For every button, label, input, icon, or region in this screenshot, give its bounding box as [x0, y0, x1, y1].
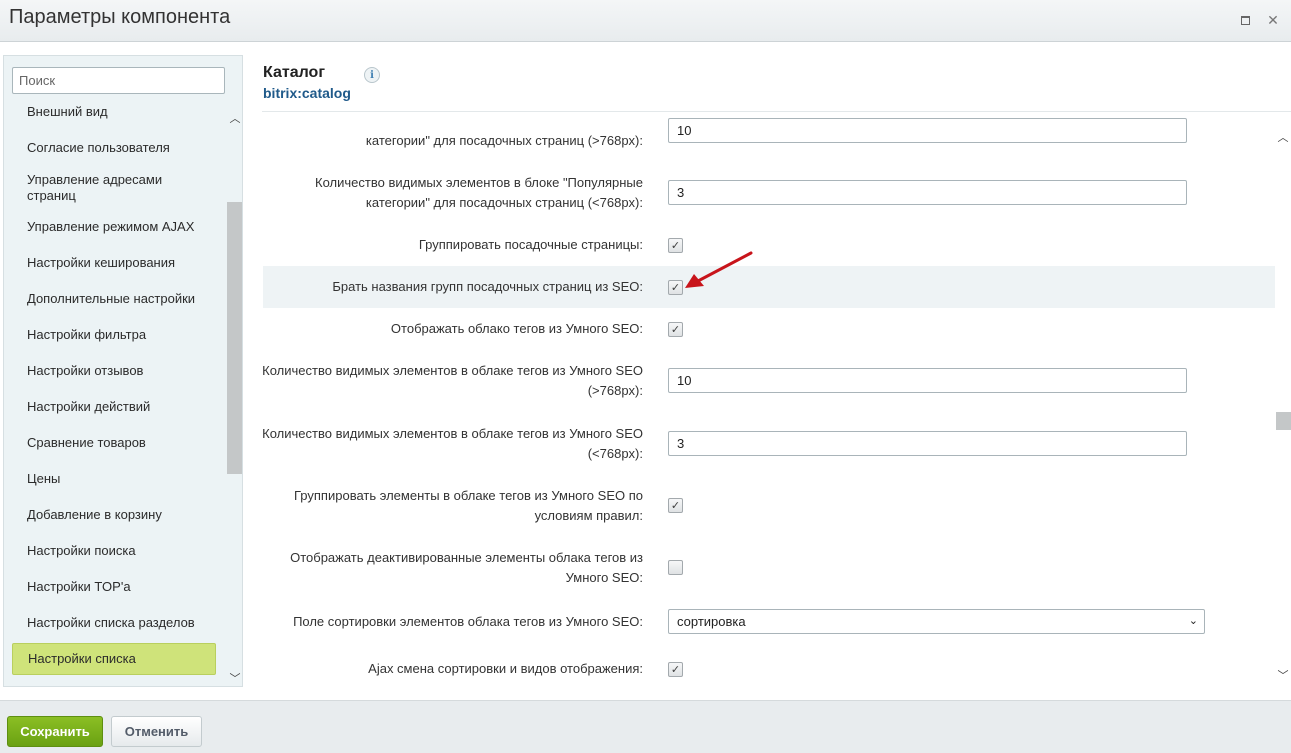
field-label: категории" для посадочных страниц (>768p… — [365, 133, 643, 148]
sidebar-list: Внешний вид Согласие пользователя Управл… — [4, 106, 226, 686]
sidebar-item-filter[interactable]: Настройки фильтра — [12, 327, 216, 343]
main-scrollbar[interactable]: ︿ ﹀ — [1275, 127, 1291, 687]
component-code: bitrix:catalog — [263, 85, 351, 101]
main-scroll-thumb[interactable] — [1276, 412, 1291, 430]
popular-categories-mobile-input[interactable] — [668, 180, 1187, 205]
field-label: Количество видимых элементов в блоке "По… — [315, 175, 643, 210]
form-row: Группировать элементы в облаке тегов из … — [263, 483, 1275, 533]
component-title: Каталог — [263, 64, 325, 81]
form-row: Группировать посадочные страницы: ✓ — [263, 224, 1275, 266]
sidebar-scroll-thumb[interactable] — [227, 202, 242, 474]
form-row: Количество видимых элементов в облаке те… — [263, 358, 1275, 408]
popular-categories-desktop-input[interactable] — [668, 118, 1187, 143]
field-label: Группировать посадочные страницы: — [418, 237, 643, 252]
sidebar-item-ajax-mode[interactable]: Управление режимом AJAX — [12, 219, 216, 235]
field-label: Отображать деактивированные элементы обл… — [290, 550, 643, 585]
form-row: Поле сортировки элементов облака тегов и… — [263, 606, 1275, 640]
field-label: Количество видимых элементов в облаке те… — [263, 426, 643, 461]
tag-cloud-mobile-input[interactable] — [668, 431, 1187, 456]
field-label: Ajax смена сортировки и видов отображени… — [368, 661, 643, 676]
tag-cloud-desktop-input[interactable] — [668, 368, 1187, 393]
seo-group-names-checkbox[interactable]: ✓ — [668, 280, 683, 295]
form-row: Количество видимых элементов в блоке "По… — [263, 170, 1275, 220]
sidebar-item-compare[interactable]: Сравнение товаров — [12, 435, 216, 451]
field-label: Поле сортировки элементов облака тегов и… — [293, 614, 643, 629]
sidebar-item-list-settings[interactable]: Настройки списка — [12, 643, 216, 675]
scroll-up-icon[interactable]: ︿ — [228, 112, 242, 125]
info-icon[interactable]: i — [364, 67, 380, 83]
form-row: Количество видимых элементов в облаке те… — [263, 421, 1275, 471]
sidebar-item-section-list[interactable]: Настройки списка разделов — [12, 615, 216, 631]
scroll-down-icon[interactable]: ﹀ — [228, 672, 242, 685]
show-deactivated-checkbox[interactable] — [668, 560, 683, 575]
sidebar-item-top[interactable]: Настройки TOP'а — [12, 579, 216, 595]
close-icon[interactable]: ✕ — [1264, 11, 1282, 29]
settings-form: категории" для посадочных страниц (>768p… — [263, 112, 1275, 700]
scroll-down-icon[interactable]: ﹀ — [1276, 669, 1290, 682]
chevron-down-icon: ⌄ — [1188, 615, 1198, 627]
window-title: Параметры компонента — [9, 6, 231, 28]
form-row: категории" для посадочных страниц (>768p… — [263, 112, 1275, 154]
search-input[interactable] — [12, 67, 225, 94]
select-value: сортировка — [677, 614, 746, 629]
form-row: Отображать деактивированные элементы обл… — [263, 546, 1275, 596]
cancel-button[interactable]: Отменить — [111, 716, 202, 747]
field-label: Брать названия групп посадочных страниц … — [332, 279, 643, 294]
form-row-highlighted: Брать названия групп посадочных страниц … — [263, 266, 1275, 308]
ajax-sort-checkbox[interactable]: ✓ — [668, 662, 683, 677]
sidebar-item-user-consent[interactable]: Согласие пользователя — [12, 140, 216, 156]
sidebar-item-add-to-cart[interactable]: Добавление в корзину — [12, 507, 216, 523]
maximize-icon[interactable] — [1236, 11, 1254, 29]
show-tag-cloud-checkbox[interactable]: ✓ — [668, 322, 683, 337]
sidebar-item-cache[interactable]: Настройки кеширования — [12, 255, 216, 271]
component-heading: Каталог bitrix:catalog — [263, 64, 351, 101]
save-button[interactable]: Сохранить — [7, 716, 103, 747]
footer: Сохранить Отменить — [0, 700, 1291, 753]
field-label: Отображать облако тегов из Умного SEO: — [390, 321, 643, 336]
sidebar-scrollbar[interactable]: ︿ ﹀ — [226, 108, 242, 686]
group-tag-cloud-checkbox[interactable]: ✓ — [668, 498, 683, 513]
sidebar-item-actions[interactable]: Настройки действий — [12, 399, 216, 415]
sidebar-item-url-management[interactable]: Управление адресами страниц — [12, 172, 216, 204]
form-row: Отображать облако тегов из Умного SEO: ✓ — [263, 308, 1275, 350]
field-label: Количество видимых элементов в облаке те… — [263, 363, 643, 398]
sidebar-item-prices[interactable]: Цены — [12, 471, 216, 487]
sidebar-item-appearance[interactable]: Внешний вид — [12, 106, 216, 120]
title-bar: Параметры компонента ✕ — [0, 0, 1291, 42]
form-row: Ajax смена сортировки и видов отображени… — [263, 648, 1275, 690]
sidebar-item-reviews[interactable]: Настройки отзывов — [12, 363, 216, 379]
sidebar-item-search[interactable]: Настройки поиска — [12, 543, 216, 559]
field-label: Группировать элементы в облаке тегов из … — [294, 488, 643, 523]
sidebar: Внешний вид Согласие пользователя Управл… — [3, 55, 243, 687]
scroll-up-icon[interactable]: ︿ — [1276, 131, 1290, 144]
group-landing-pages-checkbox[interactable]: ✓ — [668, 238, 683, 253]
sidebar-item-additional[interactable]: Дополнительные настройки — [12, 291, 216, 307]
tag-cloud-sort-select[interactable]: сортировка ⌄ — [668, 609, 1205, 634]
